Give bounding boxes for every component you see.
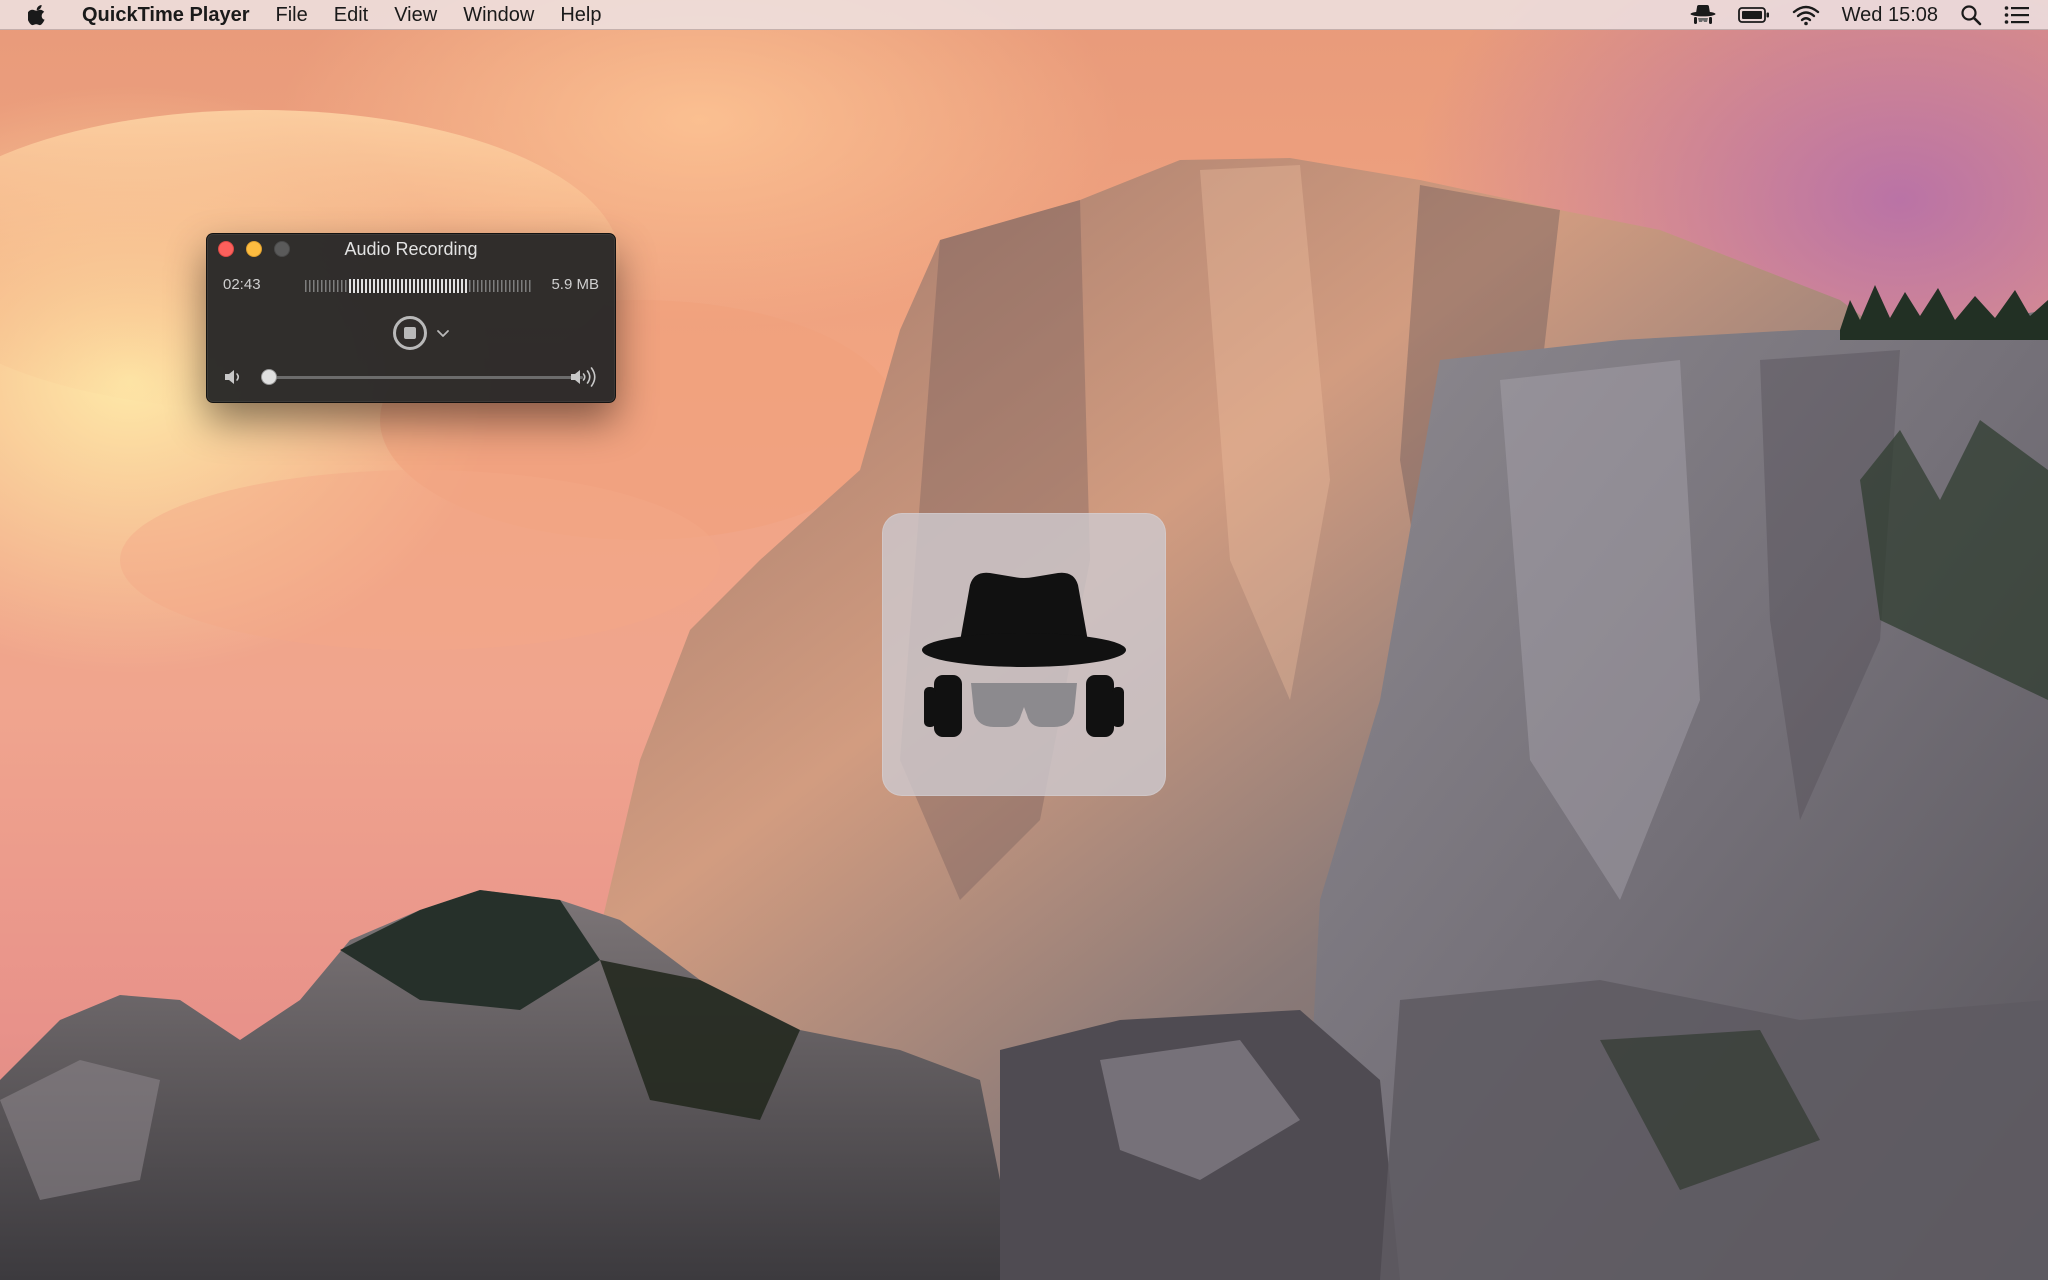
window-title: Audio Recording <box>344 239 478 259</box>
search-icon[interactable] <box>1960 0 1982 30</box>
menu-bar-left: QuickTime Player File Edit View Window H… <box>0 0 627 29</box>
volume-control <box>223 366 601 388</box>
menu-bar-extras: Wed 15:08 <box>1668 0 2030 30</box>
volume-slider-track[interactable] <box>263 376 583 379</box>
stop-recording-button[interactable] <box>393 316 427 350</box>
wifi-icon[interactable] <box>1792 0 1820 30</box>
menu-help[interactable]: Help <box>560 0 601 30</box>
volume-slider-knob[interactable] <box>261 369 277 385</box>
volume-high-icon[interactable] <box>569 366 601 388</box>
incognito-spy-icon <box>922 572 1126 737</box>
menu-window[interactable]: Window <box>463 0 534 30</box>
menu-edit[interactable]: Edit <box>334 0 368 30</box>
audio-level-meter <box>305 279 531 293</box>
menu-bar: QuickTime Player File Edit View Window H… <box>0 0 2048 30</box>
incognito-hat-icon[interactable] <box>1690 0 1716 30</box>
menu-file[interactable]: File <box>276 0 308 30</box>
list-icon[interactable] <box>2004 0 2030 30</box>
recording-info-row: 02:43 5.9 MB <box>223 276 599 296</box>
battery-icon[interactable] <box>1737 0 1770 30</box>
file-size: 5.9 MB <box>551 276 599 293</box>
menu-bar-clock[interactable]: Wed 15:08 <box>1842 0 1938 30</box>
menu-view[interactable]: View <box>394 0 437 30</box>
stop-icon <box>404 327 416 339</box>
menu-app-name[interactable]: QuickTime Player <box>82 0 250 30</box>
incognito-hud <box>882 513 1166 796</box>
window-titlebar[interactable]: Audio Recording <box>207 234 615 266</box>
audio-recording-window[interactable]: Audio Recording 02:43 5.9 MB <box>206 233 616 403</box>
apple-icon[interactable] <box>28 4 50 26</box>
chevron-down-icon[interactable] <box>436 326 450 340</box>
elapsed-time: 02:43 <box>223 276 261 293</box>
volume-low-icon[interactable] <box>223 367 245 387</box>
